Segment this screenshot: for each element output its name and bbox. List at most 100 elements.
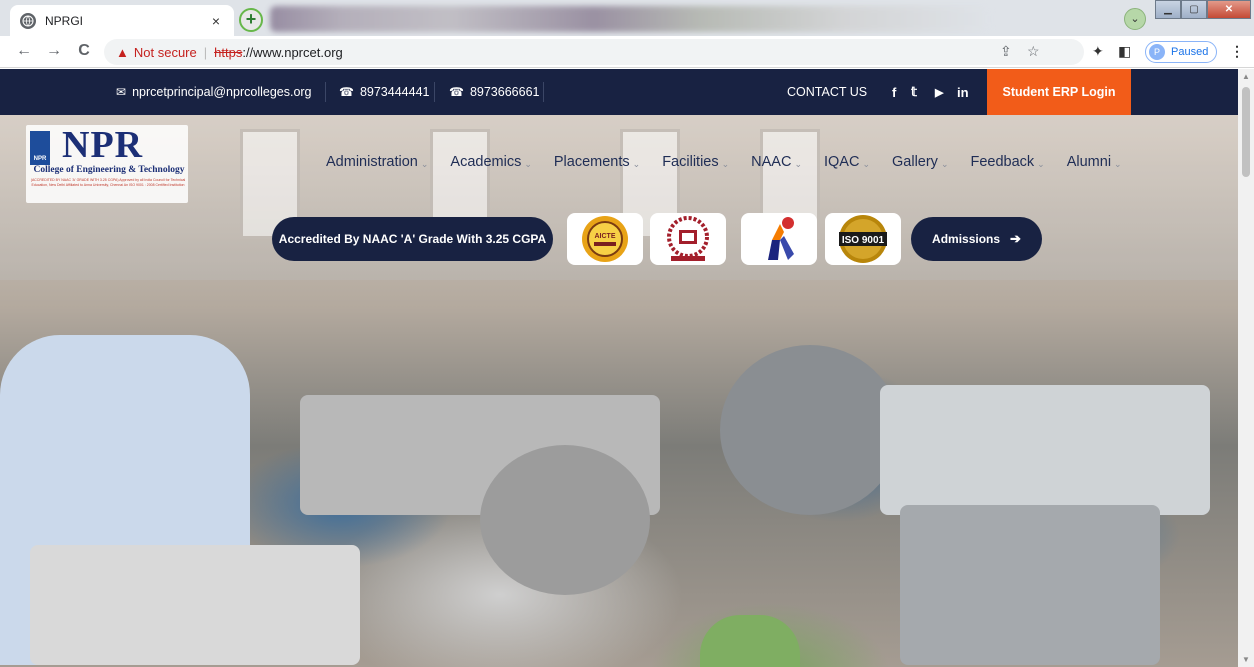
motor [700, 615, 800, 667]
facebook-icon[interactable]: f [892, 69, 896, 115]
phone-link-1[interactable]: ☎ 8973444441 [339, 69, 429, 115]
chevron-down-icon: ⌄ [1114, 158, 1122, 169]
nav-label: IQAC [824, 154, 860, 170]
nav-item-iqac[interactable]: IQAC ⌄ [824, 151, 870, 173]
menu-icon[interactable]: ⋮ [1230, 43, 1244, 60]
college-logo[interactable]: NPR NPR College of Engineering & Technol… [26, 124, 188, 203]
nav-item-naac[interactable]: NAAC ⌄ [751, 151, 802, 173]
admissions-button[interactable]: Admissions ➔ [911, 217, 1042, 261]
address-bar[interactable]: ▲ Not secure | https ://www.nprcet.org [104, 39, 1084, 65]
nav-item-gallery[interactable]: Gallery ⌄ [892, 151, 948, 173]
phone-icon: ☎ [339, 85, 354, 99]
nav-label: NAAC [751, 154, 792, 170]
main-navigation: Administration ⌄ Academics ⌄ Placements ⌄ F… [326, 151, 1144, 173]
chevron-down-icon: ⌄ [940, 158, 949, 169]
share-icon[interactable]: ⇪ [1000, 43, 1012, 60]
profile-status: Paused [1171, 46, 1209, 58]
linkedin-icon[interactable]: in [957, 69, 969, 115]
divider [325, 82, 326, 102]
scroll-up-icon[interactable]: ▲ [1242, 72, 1250, 81]
profile-button[interactable]: P Paused [1145, 41, 1217, 63]
nav-label: Placements [553, 154, 630, 170]
browser-tab-strip: NPRGI × + ⌄ ▁ ▢ ✕ [0, 0, 1254, 36]
minimize-button[interactable]: ▁ [1155, 0, 1181, 19]
back-button[interactable]: ← [14, 42, 34, 60]
nav-label: Gallery [892, 154, 938, 170]
new-tab-button[interactable]: + [239, 8, 263, 32]
nav-item-alumni[interactable]: Alumni ⌄ [1067, 151, 1122, 173]
chevron-down-icon: ⌄ [420, 158, 429, 169]
lathe-machine [880, 385, 1210, 515]
chevron-down-icon: ⌄ [1037, 158, 1045, 169]
reload-button[interactable]: C [74, 42, 94, 60]
envelope-icon: ✉ [116, 85, 127, 99]
divider [434, 82, 435, 102]
anna-university-logo[interactable] [650, 213, 726, 265]
logo-college-name: College of Engineering & Technology [33, 165, 185, 175]
youtube-icon[interactable]: ▶ [935, 69, 943, 115]
lathe-wheel [720, 345, 900, 515]
nirf-logo[interactable] [741, 213, 817, 265]
nav-item-administration[interactable]: Administration ⌄ [326, 151, 428, 173]
lathe-machine [30, 545, 360, 665]
scrollbar-thumb[interactable] [1242, 87, 1250, 177]
page-scrollbar[interactable]: ▲ ▼ [1238, 69, 1254, 667]
phone-link-2[interactable]: ☎ 8973666661 [449, 69, 539, 115]
side-panel-icon[interactable]: ◧ [1118, 43, 1131, 60]
nav-label: Administration [326, 154, 418, 170]
arrow-right-icon: ➔ [1010, 231, 1021, 246]
admissions-label: Admissions [932, 232, 1001, 246]
nav-label: Academics [450, 154, 522, 170]
logo-name: NPR [62, 124, 144, 166]
emblem-icon: NPR [30, 131, 50, 165]
phone-icon: ☎ [449, 85, 464, 99]
phone-text: 8973666661 [469, 85, 540, 99]
url-host: ://www.nprcet.org [242, 44, 343, 60]
chevron-down-icon: ⌄ [862, 158, 870, 169]
close-tab-icon[interactable]: × [208, 13, 224, 29]
tab-search-icon[interactable]: ⌄ [1124, 8, 1146, 30]
chevron-down-icon: ⌄ [524, 158, 532, 169]
twitter-icon[interactable]: 𝕥 [911, 69, 917, 115]
browser-tab[interactable]: NPRGI × [10, 5, 234, 36]
url-scheme: https [214, 44, 243, 60]
maximize-button[interactable]: ▢ [1181, 0, 1207, 19]
contact-us-link[interactable]: CONTACT US [787, 69, 867, 115]
close-window-button[interactable]: ✕ [1207, 0, 1251, 19]
nav-label: Alumni [1066, 154, 1112, 170]
iso-9001-logo[interactable]: ISO 9001 [825, 213, 901, 265]
window-controls: ▁ ▢ ✕ [1155, 0, 1251, 20]
blurred-tabs [270, 6, 990, 32]
browser-toolbar: ← → C ▲ Not secure | https ://www.nprcet… [0, 36, 1254, 68]
avatar: P [1149, 44, 1165, 60]
naac-accreditation-button[interactable]: Accredited By NAAC 'A' Grade With 3.25 C… [272, 217, 553, 261]
extensions-icon[interactable]: ✦ [1092, 43, 1104, 60]
tab-title: NPRGI [45, 13, 84, 28]
aicte-logo[interactable]: AICTE [567, 213, 643, 265]
phone-text: 8973444441 [359, 85, 430, 99]
divider [543, 82, 544, 102]
student-erp-login-button[interactable]: Student ERP Login [987, 69, 1131, 115]
iso-badge-text: ISO 9001 [842, 235, 885, 246]
nav-item-placements[interactable]: Placements ⌄ [554, 151, 640, 173]
aicte-badge-text: AICTE [595, 233, 616, 240]
forward-button[interactable]: → [44, 42, 64, 60]
top-contact-bar: ✉ nprcetprincipal@nprcolleges.org ☎ 8973… [0, 69, 1238, 115]
chevron-down-icon: ⌄ [794, 158, 802, 169]
nav-item-feedback[interactable]: Feedback ⌄ [970, 151, 1044, 173]
not-secure-label[interactable]: Not secure [134, 45, 197, 60]
nav-item-academics[interactable]: Academics ⌄ [450, 151, 531, 173]
chevron-down-icon: ⌄ [721, 158, 730, 169]
globe-icon [20, 12, 36, 29]
nav-label: Facilities [662, 154, 719, 170]
scroll-down-icon[interactable]: ▼ [1242, 655, 1250, 664]
logo-smallprint: (ACCREDITED BY NAAC 'A' GRADE WITH 3.25 … [30, 178, 186, 187]
lathe-stand [900, 505, 1160, 665]
url-separator: | [203, 44, 208, 60]
chevron-down-icon: ⌄ [632, 158, 641, 169]
web-page: ✉ nprcetprincipal@nprcolleges.org ☎ 8973… [0, 69, 1254, 667]
nav-item-facilities[interactable]: Facilities ⌄ [662, 151, 729, 173]
warning-icon: ▲ [116, 44, 129, 60]
bookmark-star-icon[interactable]: ☆ [1027, 43, 1040, 60]
email-link[interactable]: ✉ nprcetprincipal@nprcolleges.org [116, 69, 312, 115]
